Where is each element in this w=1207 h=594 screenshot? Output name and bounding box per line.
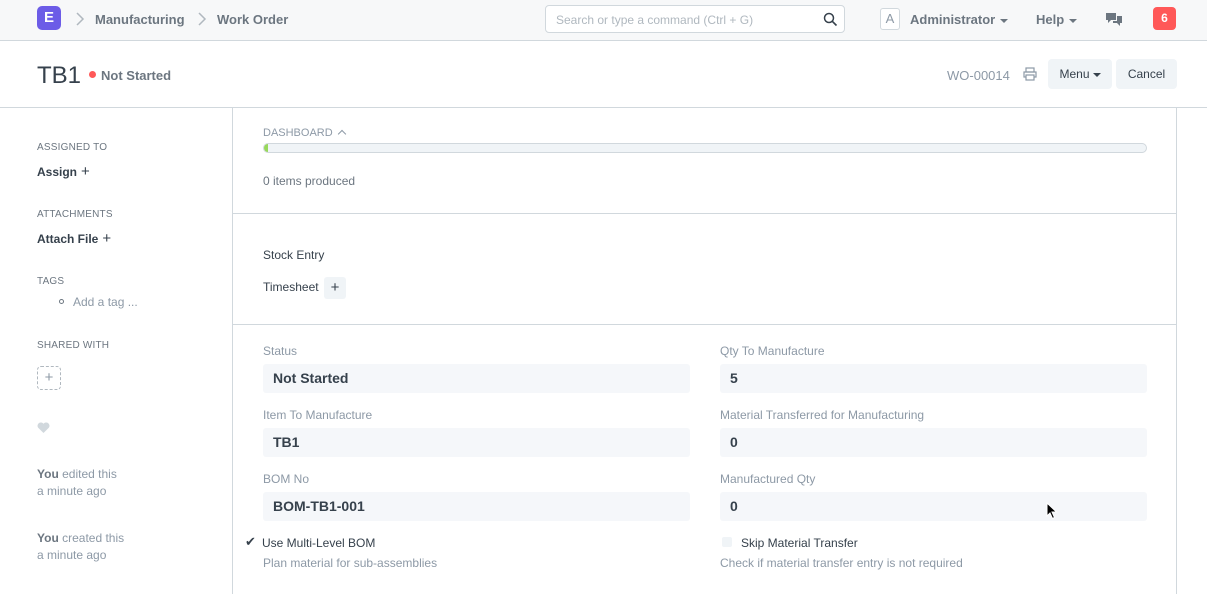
- qty-to-manufacture-label: Qty To Manufacture: [720, 344, 825, 358]
- user-menu[interactable]: Administrator: [910, 12, 1009, 27]
- caret-down-icon: [1000, 18, 1009, 23]
- add-tag-input[interactable]: Add a tag ...: [73, 295, 138, 309]
- form-sidebar: ASSIGNED TO Assign + ATTACHMENTS Attach F…: [0, 108, 232, 594]
- search-placeholder: Search or type a command (Ctrl + G): [556, 13, 754, 27]
- multi-level-bom-help: Plan material for sub-assemblies: [263, 556, 438, 570]
- item-to-manufacture-field[interactable]: TB1: [263, 428, 690, 457]
- dashboard-toggle[interactable]: DASHBOARD: [263, 127, 346, 139]
- activity-time: a minute ago: [37, 548, 107, 562]
- shared-with-label: SHARED WITH: [37, 340, 110, 351]
- manufactured-qty-field: 0: [720, 492, 1147, 521]
- chat-icon[interactable]: [1105, 11, 1123, 27]
- assigned-to-label: ASSIGNED TO: [37, 142, 108, 153]
- help-menu[interactable]: Help: [1036, 12, 1078, 27]
- heart-icon[interactable]: [37, 422, 50, 434]
- document-id: WO-00014: [947, 68, 1010, 83]
- bom-no-label: BOM No: [263, 472, 310, 486]
- activity-item: You edited this a minute ago: [37, 466, 117, 500]
- activity-user: You: [37, 531, 59, 545]
- status-field-label: Status: [263, 344, 298, 358]
- tags-label: TAGS: [37, 276, 65, 287]
- section-divider: [233, 213, 1176, 214]
- chevron-right-icon: [198, 12, 207, 26]
- plus-icon: +: [102, 230, 112, 247]
- activity-action: created this: [58, 531, 125, 545]
- status-badge: Not Started: [101, 68, 172, 83]
- mouse-cursor-icon: [1046, 502, 1058, 520]
- page-header: TB1 Not Started WO-00014 Menu Cancel: [0, 41, 1207, 108]
- bullet-icon: [59, 299, 64, 304]
- search-input[interactable]: Search or type a command (Ctrl + G): [545, 5, 845, 33]
- activity-action: edited this: [58, 467, 117, 481]
- plus-icon: +: [44, 369, 54, 386]
- breadcrumb-manufacturing[interactable]: Manufacturing: [95, 12, 185, 27]
- attachments-label: ATTACHMENTS: [37, 209, 113, 220]
- notification-badge[interactable]: 6: [1153, 7, 1176, 30]
- timesheet-link[interactable]: Timesheet: [263, 280, 319, 294]
- dashboard-heading: DASHBOARD: [263, 127, 333, 139]
- use-multi-level-bom-checkbox[interactable]: Use Multi-Level BOM: [262, 536, 375, 550]
- chevron-right-icon: [76, 12, 85, 26]
- bom-no-field[interactable]: BOM-TB1-001: [263, 492, 690, 521]
- item-to-manufacture-label: Item To Manufacture: [263, 408, 373, 422]
- plus-icon: +: [81, 163, 90, 180]
- form-body: DASHBOARD 0 items produced Stock Entry T…: [232, 108, 1177, 594]
- chevron-up-icon: [337, 129, 346, 139]
- assign-label: Assign: [37, 165, 78, 179]
- search-icon: [823, 12, 838, 27]
- activity-user: You: [37, 467, 59, 481]
- attach-file-label: Attach File: [37, 232, 99, 246]
- attach-file-button[interactable]: Attach File +: [37, 230, 111, 247]
- cancel-button[interactable]: Cancel: [1116, 59, 1177, 89]
- top-navbar: E Manufacturing Work Order Search or typ…: [0, 0, 1207, 41]
- user-name: Administrator: [910, 12, 996, 27]
- skip-material-transfer-label[interactable]: Skip Material Transfer: [741, 536, 858, 550]
- assign-button[interactable]: Assign +: [37, 163, 90, 180]
- page-title: TB1: [37, 62, 82, 89]
- material-transferred-field: 0: [720, 428, 1147, 457]
- section-divider: [233, 324, 1176, 325]
- material-transferred-label: Material Transferred for Manufacturing: [720, 408, 925, 422]
- skip-material-transfer-help: Check if material transfer entry is not …: [720, 556, 963, 570]
- qty-to-manufacture-field[interactable]: 5: [720, 364, 1147, 393]
- status-indicator-dot: [89, 71, 96, 78]
- items-produced-text: 0 items produced: [263, 174, 356, 188]
- activity-time: a minute ago: [37, 484, 107, 498]
- add-timesheet-button[interactable]: +: [324, 277, 346, 299]
- stock-entry-link[interactable]: Stock Entry: [263, 248, 324, 262]
- menu-button[interactable]: Menu: [1048, 59, 1112, 89]
- user-avatar[interactable]: A: [880, 8, 900, 30]
- status-field: Not Started: [263, 364, 690, 393]
- checkmark-icon[interactable]: ✔: [245, 534, 256, 550]
- skip-material-transfer-checkbox[interactable]: [722, 537, 732, 547]
- menu-button-label: Menu: [1059, 67, 1090, 81]
- help-label: Help: [1036, 12, 1065, 27]
- breadcrumb-work-order[interactable]: Work Order: [217, 12, 288, 27]
- add-share-button[interactable]: +: [37, 366, 61, 390]
- print-icon[interactable]: [1023, 67, 1037, 81]
- production-progress-bar: [263, 143, 1147, 153]
- manufactured-qty-label: Manufactured Qty: [720, 472, 816, 486]
- activity-item: You created this a minute ago: [37, 530, 124, 564]
- progress-fill: [264, 144, 269, 152]
- caret-down-icon: [1069, 18, 1078, 23]
- caret-down-icon: [1092, 72, 1101, 77]
- app-logo[interactable]: E: [37, 6, 61, 30]
- plus-icon: +: [330, 279, 340, 296]
